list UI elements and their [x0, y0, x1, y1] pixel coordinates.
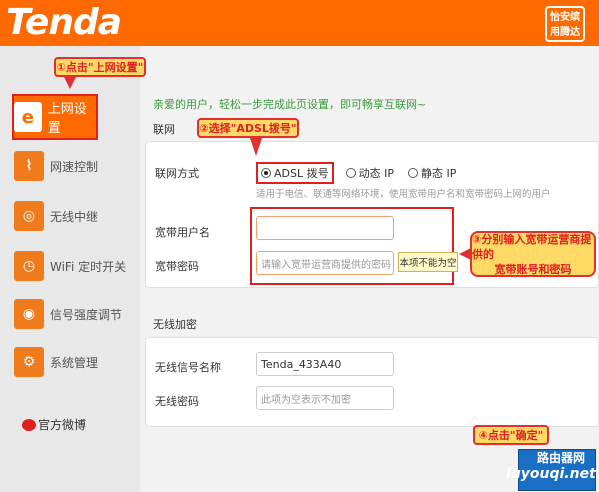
callout-step-3: ③分别输入宽带运营商提供的 宽带账号和密码 [470, 231, 596, 277]
section-title-wireless: 无线加密 [153, 318, 197, 331]
radio-dot-icon [407, 168, 418, 178]
tenda-logo: Tenda [6, 2, 122, 43]
watermark-bottom: luyouqi.net [506, 466, 596, 482]
sidebar-item-system-management[interactable]: ⚙ 系统管理 [14, 340, 134, 384]
ssid-label: 无线信号名称 [155, 361, 221, 374]
header-badge: 怡安缤 用腾达 [545, 6, 585, 42]
sidebar-item-label: 无线中继 [50, 209, 99, 224]
radio-static-ip[interactable]: 静态 IP [407, 165, 457, 181]
signal-icon: ◉ [14, 299, 44, 329]
sidebar-item-label: 信号强度调节 [50, 307, 123, 322]
radio-label: ADSL 拨号 [274, 167, 329, 180]
wireless-settings-panel [145, 337, 599, 427]
weibo-icon [22, 418, 36, 431]
top-header: Tenda 怡安缤 用腾达 [0, 0, 599, 46]
radio-label: 动态 IP [358, 167, 394, 180]
callout-arrow [250, 138, 262, 156]
ie-icon: e [14, 102, 42, 132]
watermark-top: 路由器网 [537, 451, 586, 465]
repeater-icon: ◎ [14, 201, 44, 231]
callout-step-3-line-2: 宽带账号和密码 [494, 262, 572, 276]
callout-step-4: ④点击"确定" [473, 425, 549, 445]
radio-dot-icon [345, 168, 356, 178]
sidebar-item-label: 系统管理 [50, 355, 99, 370]
callout-step-3-line-1: ③分别输入宽带运营商提供的 [472, 232, 592, 261]
sidebar-item-internet-settings[interactable]: e 上网设置 [12, 94, 98, 140]
sidebar-item-signal-strength[interactable]: ◉ 信号强度调节 [14, 292, 134, 336]
password-label: 宽带密码 [155, 260, 199, 273]
radio-dot-icon [261, 168, 271, 178]
badge-line-1: 怡安缤 [550, 12, 580, 23]
gear-icon: ⚙ [14, 347, 44, 377]
wifi-password-input[interactable]: 此项为空表示不加密 [256, 386, 394, 410]
radio-adsl[interactable]: ADSL 拨号 [256, 162, 334, 184]
sidebar-item-label: 网速控制 [50, 159, 99, 174]
sidebar-item-label: WiFi 定时开关 [50, 259, 127, 274]
connect-type-label: 联网方式 [155, 167, 199, 180]
sidebar-item-wireless-repeater[interactable]: ◎ 无线中继 [14, 194, 134, 238]
badge-line-2: 用腾达 [550, 27, 580, 38]
username-label: 宽带用户名 [155, 226, 210, 239]
callout-arrow [64, 77, 76, 89]
username-input[interactable] [256, 216, 394, 240]
callout-step-1: ①点击"上网设置" [54, 57, 146, 77]
official-weibo-link[interactable]: 官方微博 [22, 416, 86, 433]
speed-icon: ⌇ [14, 151, 44, 181]
intro-text: 亲爱的用户，轻松一步完成此页设置，即可畅享互联网~ [153, 98, 427, 111]
sidebar-item-label: 上网设置 [47, 102, 87, 136]
radio-label: 静态 IP [420, 167, 457, 180]
required-tooltip: 本项不能为空 [398, 252, 458, 272]
callout-step-2: ②选择"ADSL拨号" [197, 118, 299, 138]
connect-type-radio-group: ADSL 拨号 动态 IP 静态 IP [256, 162, 470, 184]
sidebar-item-speed-control[interactable]: ⌇ 网速控制 [14, 144, 134, 188]
ssid-input[interactable]: Tenda_433A40 [256, 352, 394, 376]
clock-icon: ◷ [14, 251, 44, 281]
sidebar-item-wifi-schedule[interactable]: ◷ WiFi 定时开关 [14, 244, 134, 288]
weibo-label: 官方微博 [38, 418, 87, 432]
password-input[interactable]: 请输入宽带运营商提供的密码 [256, 251, 394, 275]
wifi-password-label: 无线密码 [155, 395, 199, 408]
adsl-hint: 适用于电信、联通等网络环境，使用宽带用户名和宽带密码上网的用户 [256, 189, 551, 200]
radio-dynamic-ip[interactable]: 动态 IP [345, 165, 394, 181]
section-title-internet: 联网 [153, 123, 175, 136]
